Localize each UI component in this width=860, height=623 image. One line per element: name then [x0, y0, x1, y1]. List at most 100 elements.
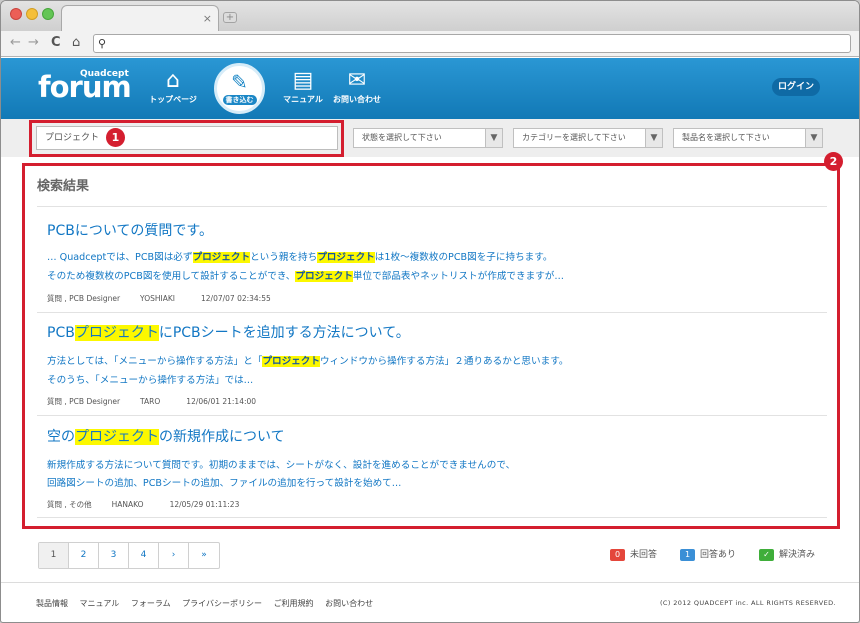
legend-label: 解決済み	[779, 550, 816, 560]
keyword-highlight: プロジェクト	[262, 356, 320, 367]
result-meta: 質問 , その他 HANAKO 12/05/29 01:11:23	[47, 499, 249, 510]
legend-label: 未回答	[630, 550, 658, 560]
divider	[37, 206, 827, 207]
result-snippet-line: そのうち、「メニューから操作する方法」では…	[47, 375, 254, 386]
snippet-text: そのため複数枚のPCB図を使用して設計することができ、	[47, 271, 296, 282]
page-4[interactable]: 4	[129, 543, 159, 568]
divider	[37, 517, 827, 518]
last-page-button[interactable]: »	[189, 543, 219, 568]
copyright: (C) 2012 QUADCEPT inc. ALL RIGHTS RESERV…	[660, 599, 836, 607]
footer-link-contact[interactable]: お問い合わせ	[325, 599, 373, 608]
pen-icon: ✎	[231, 70, 248, 94]
tab-close-icon[interactable]: ×	[203, 12, 212, 25]
result-snippet-line: 方法としては、「メニューから操作する方法」と「プロジェクトウィンドウから操作する…	[47, 353, 568, 367]
reload-icon[interactable]: C	[51, 35, 61, 50]
forward-icon[interactable]: →	[28, 35, 39, 50]
login-button[interactable]: ログイン	[772, 78, 820, 96]
nav-label: トップページ	[149, 95, 197, 104]
category-select[interactable]: カテゴリーを選択して下さい ▼	[513, 128, 663, 148]
footer-link-terms[interactable]: ご利用規約	[274, 599, 314, 608]
next-page-button[interactable]: ›	[159, 543, 189, 568]
logo[interactable]: forum	[38, 70, 132, 104]
legend-unanswered: 0 未回答	[610, 547, 657, 561]
search-icon: ⚲	[98, 37, 107, 50]
home-icon: ⌂	[166, 68, 180, 93]
footer-link-privacy[interactable]: プライバシーポリシー	[182, 599, 262, 608]
result-category: 質問 , PCB Designer	[47, 294, 121, 303]
result-title-link[interactable]: PCBプロジェクトにPCBシートを追加する方法について。	[47, 322, 410, 342]
results-heading: 検索結果	[37, 179, 90, 194]
result-category: 質問 , その他	[47, 500, 92, 509]
page-1[interactable]: 1	[39, 543, 69, 568]
keyword-highlight: プロジェクト	[74, 325, 159, 341]
write-post-button[interactable]: ✎ 書き込む	[214, 63, 265, 114]
keyword-highlight: プロジェクト	[192, 252, 251, 263]
chevron-down-icon: ▼	[805, 129, 822, 147]
page-3[interactable]: 3	[99, 543, 129, 568]
footer-link-products[interactable]: 製品情報	[36, 599, 68, 608]
browser-window: × + ← → C ⌂ ⚲ Quadcept forum ⌂ トップページ ✎ …	[0, 0, 860, 623]
snippet-text: 方法としては、「メニューから操作する方法」と「	[47, 356, 263, 367]
snippet-text: ウィンドウから操作する方法」２通りあるかと思います。	[319, 356, 569, 367]
mail-icon: ✉	[347, 68, 367, 93]
annotation-badge-2: 2	[824, 152, 843, 171]
title-text: PCB	[47, 325, 75, 341]
new-tab-button[interactable]: +	[223, 12, 237, 23]
keyword-highlight: プロジェクト	[317, 252, 375, 263]
title-text: にPCBシートを追加する方法について。	[158, 325, 410, 341]
result-user: TARO	[140, 397, 161, 406]
pagination: 1 2 3 4 › »	[38, 542, 220, 569]
result-date: 12/05/29 01:11:23	[169, 500, 240, 509]
annotation-badge-1: 1	[106, 128, 125, 147]
back-icon[interactable]: ←	[10, 35, 21, 50]
footer-link-manual[interactable]: マニュアル	[80, 599, 120, 608]
divider	[37, 415, 827, 416]
result-date: 12/06/01 21:14:00	[186, 397, 257, 406]
footer-link-forum[interactable]: フォーラム	[131, 599, 171, 608]
site-header: Quadcept forum ⌂ トップページ ✎ 書き込む ▤ マニュアル ✉…	[1, 58, 859, 119]
keyword-highlight: プロジェクト	[295, 271, 353, 282]
result-snippet-line: 回路図シートの追加、PCBシートの追加、ファイルの追加を行って設計を始めて…	[47, 478, 402, 489]
result-user: HANAKO	[111, 500, 144, 509]
minimize-window-button[interactable]	[26, 8, 38, 20]
status-select[interactable]: 状態を選択して下さい ▼	[353, 128, 503, 148]
result-meta: 質問 , PCB Designer YOSHIAKI 12/07/07 02:34:…	[47, 293, 281, 304]
legend-resolved: ✓ 解決済み	[759, 547, 815, 561]
result-meta: 質問 , PCB Designer TARO 12/06/01 21:14:00	[47, 396, 266, 407]
result-category: 質問 , PCB Designer	[47, 397, 121, 406]
result-date: 12/07/07 02:34:55	[201, 294, 271, 303]
nav-label: お問い合わせ	[333, 95, 381, 104]
nav-top-page[interactable]: ⌂ トップページ	[138, 68, 208, 105]
answered-count-icon: 1	[680, 548, 695, 561]
home-icon[interactable]: ⌂	[72, 35, 80, 50]
result-snippet-line: … Quadceptでは、PCB図は必ずプロジェクトという親を持ちプロジェクトは…	[47, 249, 553, 263]
chevron-down-icon: ▼	[645, 129, 662, 147]
title-text: 空の	[47, 429, 75, 445]
address-bar[interactable]: ⚲	[93, 34, 851, 53]
snippet-text: 単位で部品表やネットリストが作成できますが…	[352, 271, 564, 282]
legend-label: 回答あり	[700, 550, 737, 560]
snippet-text: … Quadceptでは、PCB図は必ず	[47, 252, 193, 263]
title-text: の新規作成について	[159, 429, 285, 445]
zoom-window-button[interactable]	[42, 8, 54, 20]
status-select-label: 状態を選択して下さい	[362, 133, 442, 142]
snippet-text: という親を持ち	[250, 252, 318, 263]
result-title-link[interactable]: PCBについての質問です。	[47, 220, 213, 240]
tab-bar: × +	[1, 1, 859, 31]
check-icon: ✓	[759, 548, 774, 561]
footer-divider	[1, 582, 859, 583]
close-window-button[interactable]	[10, 8, 22, 20]
result-title-link[interactable]: 空のプロジェクトの新規作成について	[47, 426, 285, 446]
chevron-down-icon: ▼	[485, 129, 502, 147]
divider	[37, 312, 827, 313]
unanswered-count-icon: 0	[610, 548, 625, 561]
page-2[interactable]: 2	[69, 543, 99, 568]
snippet-text: は1枚〜複数枚のPCB図を子に持ちます。	[374, 252, 553, 263]
category-select-label: カテゴリーを選択して下さい	[522, 133, 626, 142]
nav-contact[interactable]: ✉ お問い合わせ	[322, 68, 392, 105]
browser-toolbar: ← → C ⌂ ⚲	[1, 31, 859, 57]
browser-tab[interactable]: ×	[61, 5, 219, 31]
product-select[interactable]: 製品名を選択して下さい ▼	[673, 128, 823, 148]
annotation-box-1	[29, 120, 344, 157]
result-snippet-line: そのため複数枚のPCB図を使用して設計することができ、プロジェクト単位で部品表や…	[47, 268, 564, 282]
